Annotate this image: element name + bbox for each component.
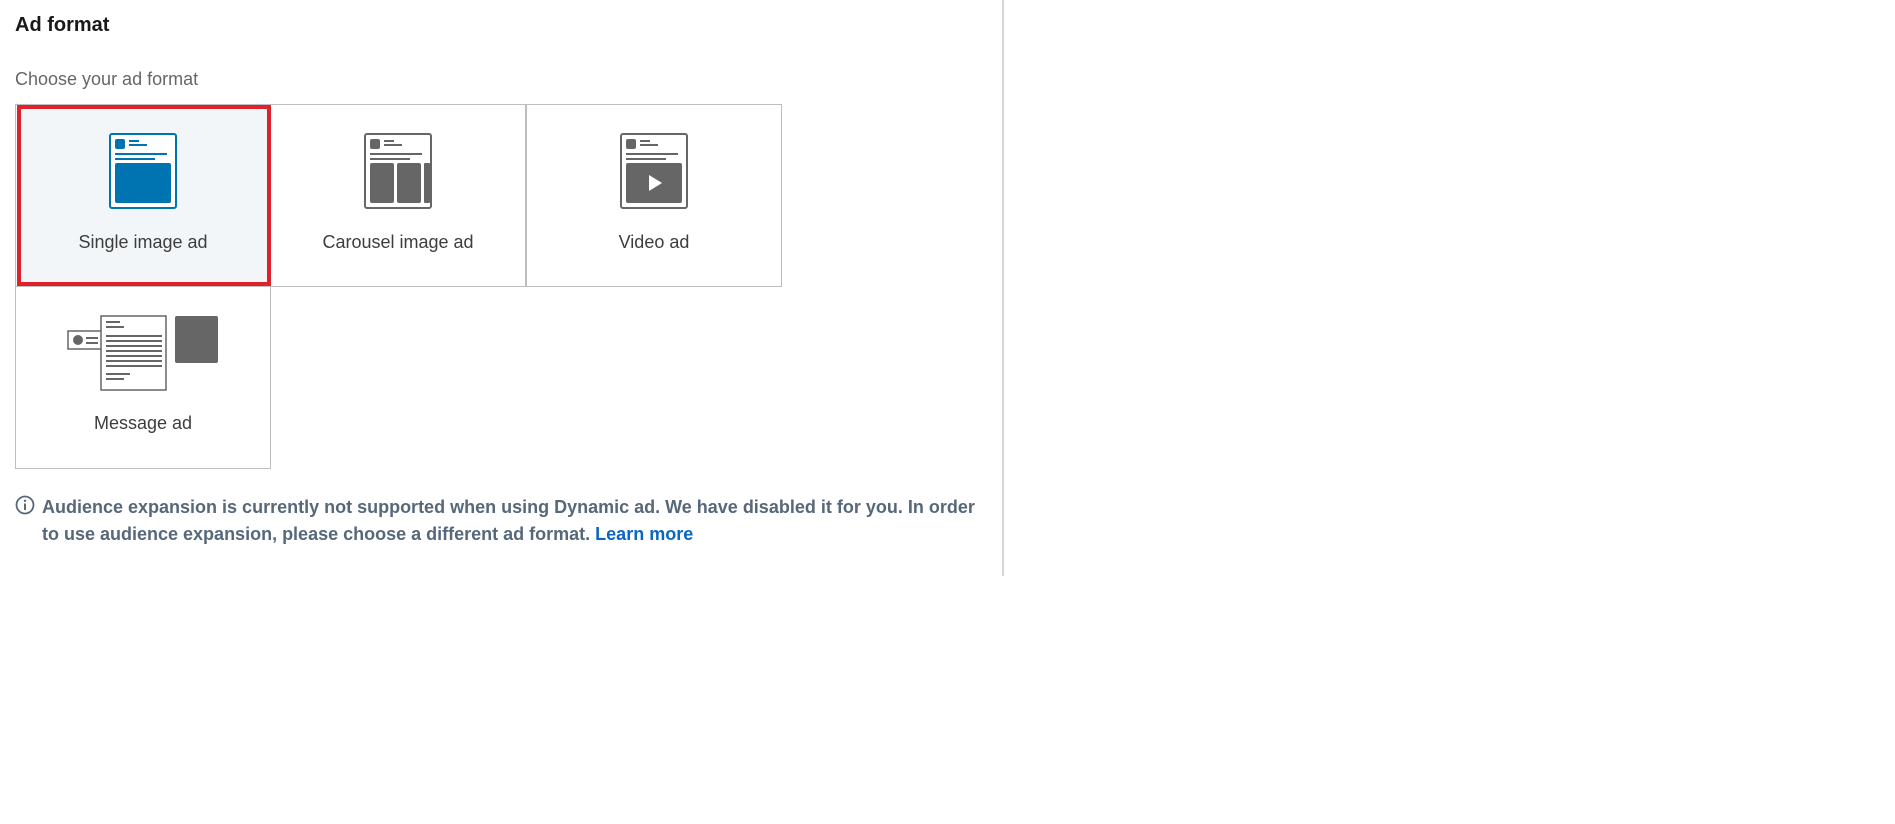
- audience-expansion-notice: Audience expansion is currently not supp…: [15, 494, 975, 548]
- section-subtitle: Choose your ad format: [15, 69, 199, 89]
- notice-text: Audience expansion is currently not supp…: [42, 494, 975, 548]
- notice-message: Audience expansion is currently not supp…: [42, 497, 975, 544]
- format-label: Single image ad: [78, 232, 208, 252]
- single-image-ad-icon: [109, 133, 177, 209]
- ad-format-panel: Ad format Choose your ad format Single i…: [0, 0, 1004, 576]
- message-ad-icon: [67, 315, 218, 391]
- format-option-message-ad[interactable]: Message ad: [15, 286, 271, 469]
- format-label: Message ad: [93, 413, 193, 433]
- learn-more-link[interactable]: Learn more: [595, 524, 693, 544]
- video-ad-icon: [620, 133, 688, 209]
- format-label: Video ad: [618, 232, 690, 252]
- format-option-single-image-ad[interactable]: Single image ad: [15, 104, 271, 287]
- format-option-carousel-image-ad[interactable]: Carousel image ad: [270, 104, 526, 287]
- format-option-video-ad[interactable]: Video ad: [526, 104, 782, 287]
- format-label: Carousel image ad: [322, 232, 474, 252]
- info-icon: [15, 495, 35, 515]
- carousel-image-ad-icon: [364, 133, 432, 209]
- section-title: Ad format: [15, 14, 110, 36]
